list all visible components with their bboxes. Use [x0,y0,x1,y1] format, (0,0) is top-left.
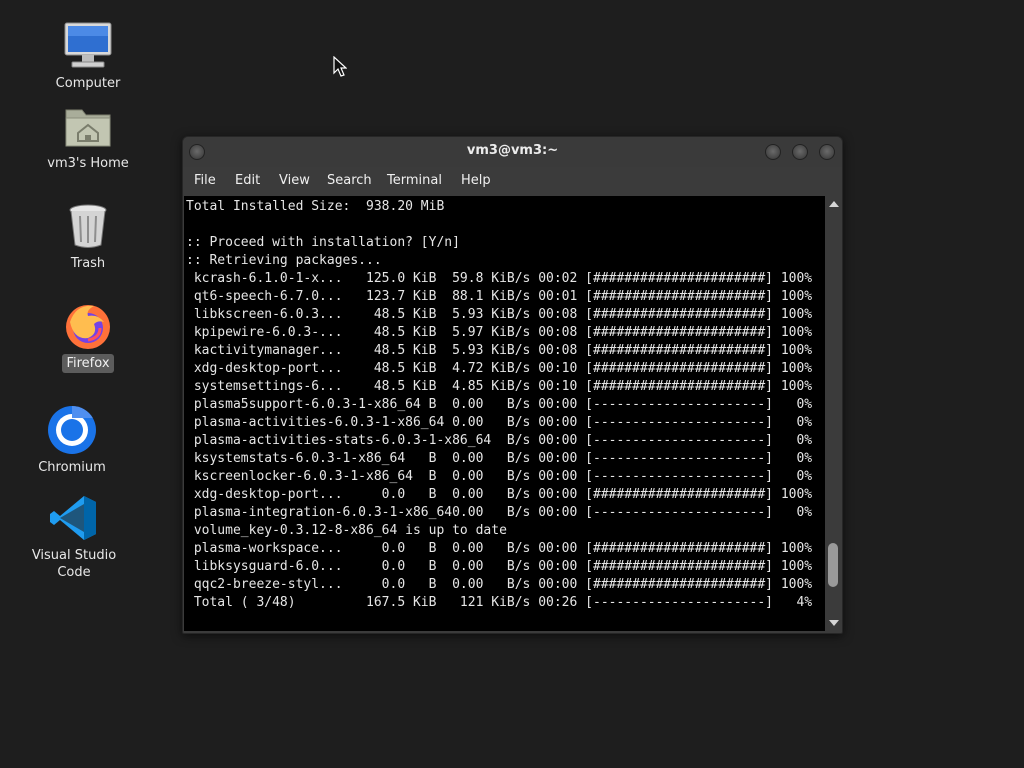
vertical-scrollbar[interactable] [826,196,841,631]
desktop-icon-firefox[interactable]: Firefox [28,300,148,373]
terminal-line: kscreenlocker-6.0.3-1-x86_64 B 0.00 B/s … [186,469,813,484]
menu-bar: File Edit View Search Terminal Help [183,167,842,195]
menu-view[interactable]: View [279,173,310,189]
desktop-icon-trash[interactable]: Trash [28,200,148,273]
close-button[interactable] [819,144,835,160]
terminal-line: Total ( 3/48) 167.5 KiB 121 KiB/s 00:26 … [186,595,813,610]
terminal-text: Total Installed Size: 938.20 MiB:: Proce… [186,198,812,612]
terminal-line: :: Proceed with installation? [Y/n] [186,235,460,250]
terminal-window[interactable]: vm3@vm3:~ File Edit View Search Terminal… [182,136,843,634]
terminal-line: qqc2-breeze-styl... 0.0 B 0.00 B/s 00:00… [186,577,813,592]
vscode-icon [48,492,100,544]
terminal-line: Total Installed Size: 938.20 MiB [186,199,445,214]
terminal-line: :: Retrieving packages... [186,253,382,268]
scroll-up-arrow-icon[interactable] [829,201,839,207]
terminal-line: kcrash-6.1.0-1-x... 125.0 KiB 59.8 KiB/s… [186,271,813,286]
menu-search[interactable]: Search [327,173,372,189]
terminal-line: plasma-activities-6.0.3-1-x86_64 0.00 B/… [186,415,813,430]
desktop-icon-computer[interactable]: Computer [28,20,148,93]
terminal-line: libksysguard-6.0... 0.0 B 0.00 B/s 00:00… [186,559,813,574]
menu-help[interactable]: Help [461,173,491,189]
scroll-down-arrow-icon[interactable] [829,620,839,626]
scrollbar-thumb[interactable] [828,543,838,588]
desktop-icon-home[interactable]: vm3's Home [28,100,148,173]
terminal-line: plasma-integration-6.0.3-1-x86_640.00 B/… [186,505,813,520]
maximize-button[interactable] [792,144,808,160]
terminal-line: xdg-desktop-port... 0.0 B 0.00 B/s 00:00… [186,487,813,502]
terminal-line: systemsettings-6... 48.5 KiB 4.85 KiB/s … [186,379,813,394]
home-folder-icon [62,100,114,152]
trash-icon [62,200,114,252]
terminal-line: kpipewire-6.0.3-... 48.5 KiB 5.97 KiB/s … [186,325,813,340]
window-title: vm3@vm3:~ [466,143,559,158]
desktop-icon-label: Firefox [62,354,114,373]
terminal-line: plasma5support-6.0.3-1-x86_64 B 0.00 B/s… [186,397,813,412]
terminal-line: xdg-desktop-port... 48.5 KiB 4.72 KiB/s … [186,361,813,376]
window-menu-button[interactable] [189,144,205,160]
menu-terminal[interactable]: Terminal [387,173,442,189]
terminal-line: ksystemstats-6.0.3-1-x86_64 B 0.00 B/s 0… [186,451,813,466]
terminal-line: kactivitymanager... 48.5 KiB 5.93 KiB/s … [186,343,813,358]
terminal-output[interactable]: Total Installed Size: 938.20 MiB:: Proce… [184,196,825,631]
chromium-icon [46,404,98,456]
terminal-line: plasma-workspace... 0.0 B 0.00 B/s 00:00… [186,541,813,556]
minimize-button[interactable] [765,144,781,160]
terminal-line: libkscreen-6.0.3... 48.5 KiB 5.93 KiB/s … [186,307,813,322]
desktop-icon-label: vm3's Home [47,156,129,171]
terminal-line: plasma-activities-stats-6.0.3-1-x86_64 B… [186,433,813,448]
terminal-line: qt6-speech-6.7.0... 123.7 KiB 88.1 KiB/s… [186,289,813,304]
firefox-icon [62,300,114,352]
window-titlebar[interactable]: vm3@vm3:~ [183,137,842,167]
computer-icon [62,20,114,72]
desktop-icon-vscode[interactable]: Visual Studio Code [14,492,134,582]
desktop-icon-chromium[interactable]: Chromium [12,404,132,477]
desktop-icon-label: Computer [55,76,121,91]
menu-file[interactable]: File [194,173,216,189]
menu-edit[interactable]: Edit [235,173,260,189]
terminal-line: volume_key-0.3.12-8-x86_64 is up to date [186,523,507,538]
desktop-icon-label: Visual Studio Code [31,548,117,580]
mouse-cursor-icon [333,56,347,77]
desktop-icon-label: Chromium [38,460,106,475]
desktop-icon-label: Trash [70,256,106,271]
